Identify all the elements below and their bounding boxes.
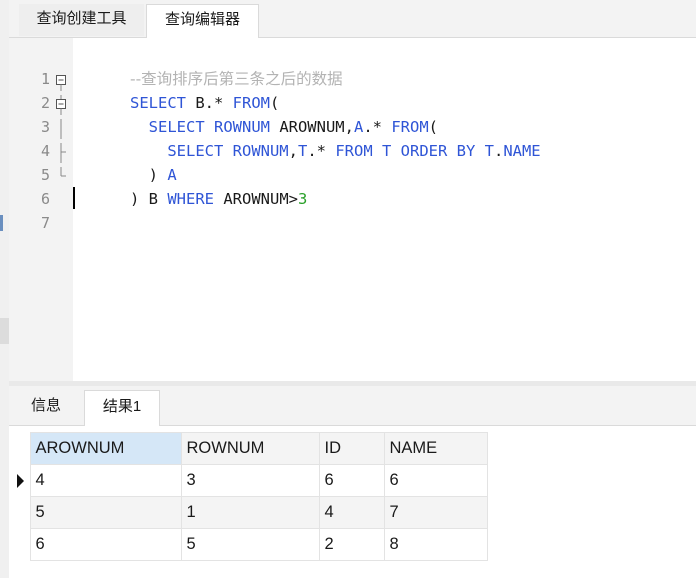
code-line: 7 [9,187,696,232]
grid-cell[interactable]: 3 [180,464,320,497]
fold-collapse-icon[interactable] [54,71,70,91]
grid-cell[interactable]: 6 [318,464,385,497]
tab-info[interactable]: 信息 [15,390,77,424]
grid-cell[interactable]: 8 [383,528,488,561]
grid-cell[interactable]: 2 [318,528,385,561]
row-header-corner [14,432,31,465]
edge-block [0,318,9,344]
code-line: 1 --查询排序后第三条之后的数据 [9,43,696,88]
result-tab-bar: 信息 结果1 [9,386,696,426]
row-header[interactable] [14,496,31,529]
grid-cell[interactable]: 6 [383,464,488,497]
editor-tab-bar: 查询创建工具 查询编辑器 [9,0,696,38]
row-header[interactable] [14,464,31,497]
fold-end-guide [60,167,66,177]
row-header[interactable] [14,528,31,561]
code-line: 6 ) B WHERE AROWNUM>3 [9,163,696,208]
grid-cell[interactable]: 4 [318,496,385,529]
app-left-edge [0,0,9,578]
grid-cell[interactable]: 5 [29,496,182,529]
edge-marker [0,215,3,231]
fold-end-guide [60,143,66,163]
column-header[interactable]: NAME [383,432,488,465]
code-line: 5 ) A [9,139,696,184]
code-line: 2 SELECT B.* FROM( [9,67,696,112]
table-row[interactable]: 5 1 4 7 [14,496,488,529]
tab-query-editor[interactable]: 查询编辑器 [146,4,259,38]
sql-editor[interactable]: 1 --查询排序后第三条之后的数据 2 SELECT B.* FROM( 3 S… [9,38,696,381]
code-line: 4 SELECT ROWNUM,T.* FROM T ORDER BY T.NA… [9,115,696,160]
line-number: 7 [40,214,50,232]
column-header[interactable]: AROWNUM [29,432,182,465]
text-caret [73,187,75,209]
code-line: 3 SELECT ROWNUM AROWNUM,A.* FROM( [9,91,696,136]
grid-header-row: AROWNUM ROWNUM ID NAME [14,432,488,465]
grid-cell[interactable]: 4 [29,464,182,497]
column-header[interactable]: ID [318,432,385,465]
tab-query-builder[interactable]: 查询创建工具 [19,4,144,36]
result-grid: AROWNUM ROWNUM ID NAME 4 3 6 6 5 1 4 7 6… [14,432,488,561]
table-row[interactable]: 6 5 2 8 [14,528,488,561]
grid-cell[interactable]: 6 [29,528,182,561]
table-row[interactable]: 4 3 6 6 [14,464,488,497]
grid-cell[interactable]: 1 [180,496,320,529]
grid-cell[interactable]: 5 [180,528,320,561]
column-header[interactable]: ROWNUM [180,432,320,465]
tab-result1[interactable]: 结果1 [84,390,160,426]
current-row-icon [17,473,24,488]
grid-cell[interactable]: 7 [383,496,488,529]
fold-guide [60,119,62,139]
fold-collapse-icon[interactable] [54,95,70,115]
